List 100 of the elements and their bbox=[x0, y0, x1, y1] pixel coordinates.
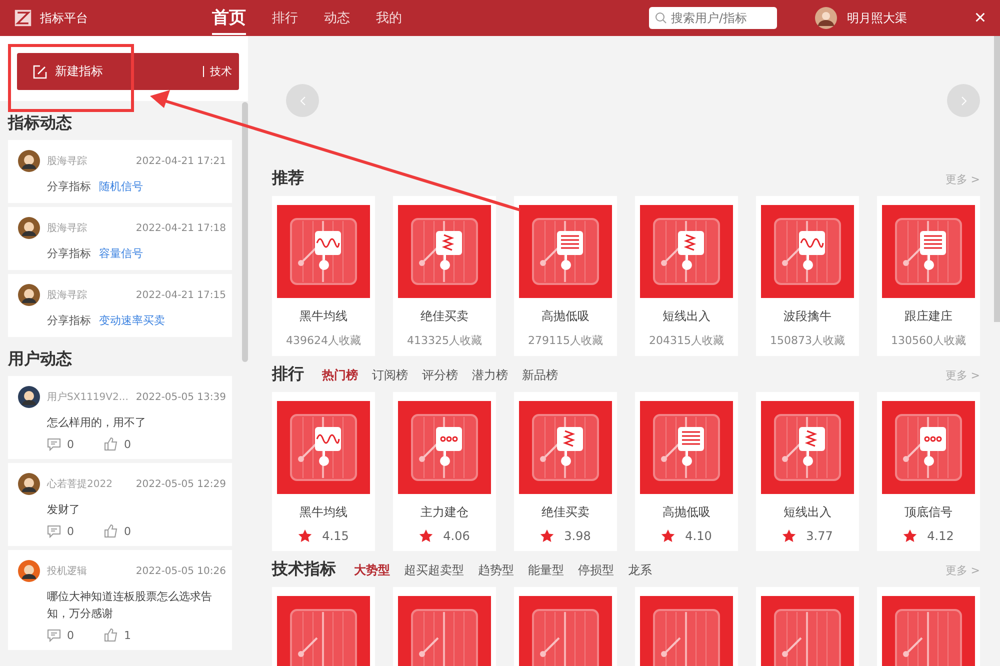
rating-value: 4.15 bbox=[322, 529, 349, 543]
star-icon bbox=[903, 529, 918, 543]
indicator-icon bbox=[277, 205, 370, 298]
favorite-count: 279115人收藏 bbox=[528, 333, 603, 348]
post-time: 2022-04-21 17:15 bbox=[136, 290, 226, 300]
indicator-card[interactable] bbox=[514, 587, 617, 666]
category-tab[interactable]: 大势型 bbox=[354, 562, 390, 579]
section-title: 用户动态 bbox=[8, 349, 73, 368]
category-tab[interactable]: 热门榜 bbox=[322, 367, 358, 384]
star-icon bbox=[661, 529, 676, 543]
indicator-card[interactable]: 短线出入 3.77 bbox=[756, 392, 859, 551]
like-count: 0 bbox=[124, 524, 131, 538]
indicator-icon bbox=[277, 401, 370, 494]
section-title: 技术指标 bbox=[272, 559, 336, 580]
post-time: 2022-05-05 12:29 bbox=[136, 478, 226, 490]
category-tab[interactable]: 新品榜 bbox=[522, 367, 558, 384]
nav-tab[interactable]: 我的 bbox=[376, 5, 402, 31]
category-tab[interactable]: 能量型 bbox=[528, 562, 564, 579]
thumbs-up-icon[interactable] bbox=[104, 524, 118, 538]
user-name[interactable]: 明月照大渠 bbox=[847, 10, 907, 26]
edit-icon bbox=[33, 64, 47, 78]
indicator-link[interactable]: 变动速率买卖 bbox=[99, 312, 165, 329]
favorite-count: 204315人收藏 bbox=[649, 333, 724, 348]
comment-icon[interactable] bbox=[47, 524, 61, 538]
indicator-icon bbox=[398, 401, 491, 494]
post-time: 2022-05-05 10:26 bbox=[136, 566, 226, 576]
logo-icon bbox=[14, 9, 32, 27]
avatar-icon bbox=[18, 560, 40, 582]
post-text: 发财了 bbox=[47, 502, 81, 518]
category-tab[interactable]: 龙系 bbox=[628, 562, 652, 579]
comment-count: 0 bbox=[67, 438, 74, 450]
search-field[interactable]: 搜索用户/指标 bbox=[649, 7, 777, 29]
like-count: 1 bbox=[124, 628, 131, 642]
indicator-card[interactable]: 主力建仓 4.06 bbox=[393, 392, 496, 551]
avatar-icon bbox=[18, 386, 40, 408]
rating-value: 3.98 bbox=[564, 529, 591, 543]
thumbs-up-icon[interactable] bbox=[104, 628, 118, 642]
section-title: 推荐 bbox=[272, 168, 304, 189]
indicator-link[interactable]: 随机信号 bbox=[99, 178, 143, 195]
indicator-card[interactable]: 短线出入 204315人收藏 bbox=[635, 196, 738, 356]
rating-value: 4.10 bbox=[685, 529, 712, 543]
indicator-card[interactable] bbox=[635, 587, 738, 666]
indicator-card[interactable]: 绝佳买卖 3.98 bbox=[514, 392, 617, 551]
indicator-card[interactable]: 跟庄建庄 130560人收藏 bbox=[877, 196, 980, 356]
avatar-icon bbox=[18, 473, 40, 495]
indicator-name: 绝佳买卖 bbox=[542, 504, 590, 521]
avatar-icon bbox=[18, 150, 40, 172]
comment-count: 0 bbox=[67, 628, 74, 642]
indicator-card[interactable]: 波段擒牛 150873人收藏 bbox=[756, 196, 859, 356]
avatar-icon bbox=[18, 284, 40, 306]
close-button[interactable]: × bbox=[974, 6, 986, 30]
indicator-card[interactable] bbox=[272, 587, 375, 666]
post-text: 怎么样用的，用不了 bbox=[47, 415, 147, 431]
indicator-card[interactable]: 高抛低吸 4.10 bbox=[635, 392, 738, 551]
category-tab[interactable]: 评分榜 bbox=[422, 367, 458, 384]
indicator-card[interactable] bbox=[877, 587, 980, 666]
indicator-icon bbox=[882, 205, 975, 298]
nav-tab[interactable]: 排行 bbox=[272, 5, 298, 31]
star-icon bbox=[419, 529, 434, 543]
indicator-card[interactable]: 黑牛均线 4.15 bbox=[272, 392, 375, 551]
indicator-card[interactable] bbox=[756, 587, 859, 666]
indicator-icon bbox=[882, 596, 975, 666]
scrollbar[interactable] bbox=[994, 36, 1000, 322]
indicator-card[interactable]: 绝佳买卖 413325人收藏 bbox=[393, 196, 496, 356]
post-time: 2022-05-05 13:39 bbox=[136, 392, 226, 402]
indicator-link[interactable]: 容量信号 bbox=[99, 245, 143, 262]
rating-value: 3.77 bbox=[806, 529, 833, 543]
indicator-name: 高抛低吸 bbox=[662, 504, 710, 521]
indicator-card[interactable]: 顶底信号 4.12 bbox=[877, 392, 980, 551]
category-tab[interactable]: 趋势型 bbox=[478, 562, 514, 579]
category-tab[interactable]: 超买超卖型 bbox=[404, 562, 464, 579]
comment-icon[interactable] bbox=[47, 628, 61, 642]
app-name: 指标平台 bbox=[40, 10, 88, 26]
nav-tab[interactable]: 动态 bbox=[324, 5, 350, 31]
action-text: 分享指标 bbox=[47, 179, 91, 195]
indicator-icon bbox=[519, 205, 612, 298]
action-text: 分享指标 bbox=[47, 313, 91, 329]
search-icon bbox=[655, 12, 667, 24]
indicator-card[interactable]: 黑牛均线 439624人收藏 bbox=[272, 196, 375, 356]
indicator-card[interactable] bbox=[393, 587, 496, 666]
indicator-name: 绝佳买卖 bbox=[420, 308, 468, 325]
indicator-name: 黑牛均线 bbox=[300, 504, 348, 521]
indicator-icon bbox=[882, 401, 975, 494]
side-tab[interactable]: 技术 bbox=[203, 66, 232, 77]
indicator-name: 波段擒牛 bbox=[784, 308, 832, 325]
scrollbar-thumb[interactable] bbox=[242, 102, 248, 362]
category-tab[interactable]: 潜力榜 bbox=[472, 367, 508, 384]
indicator-name: 短线出入 bbox=[662, 308, 710, 325]
indicator-icon bbox=[519, 401, 612, 494]
indicator-icon bbox=[398, 205, 491, 298]
category-tab[interactable]: 停损型 bbox=[578, 562, 614, 579]
section-title: 排行 bbox=[272, 364, 304, 385]
thumbs-up-icon[interactable] bbox=[104, 437, 118, 451]
indicator-icon bbox=[640, 401, 733, 494]
comment-count: 0 bbox=[67, 524, 74, 538]
avatar-icon[interactable] bbox=[815, 7, 837, 29]
like-count: 0 bbox=[124, 438, 131, 450]
comment-icon[interactable] bbox=[47, 438, 61, 450]
indicator-card[interactable]: 高抛低吸 279115人收藏 bbox=[514, 196, 617, 356]
category-tab[interactable]: 订阅榜 bbox=[372, 367, 408, 384]
